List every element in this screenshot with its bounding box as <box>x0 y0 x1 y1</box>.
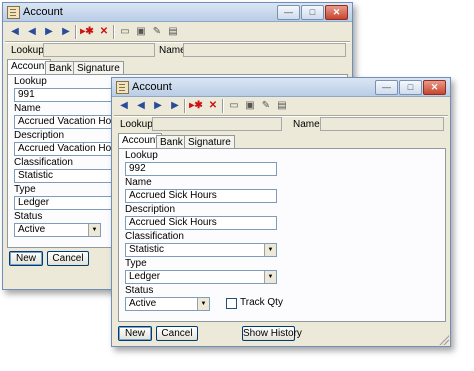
classification-value: Statistic <box>18 170 54 181</box>
track-qty-checkbox[interactable] <box>226 298 237 309</box>
find-icon[interactable]: ▭ <box>226 98 242 114</box>
toolbar-separator <box>222 99 224 113</box>
type-select[interactable]: Ledger ▼ <box>125 270 277 284</box>
first-record-icon[interactable]: ◀ <box>116 98 132 114</box>
minimize-button[interactable]: — <box>375 80 398 95</box>
record-toolbar: ◀​ ◀ ▶ ▶ ▸✱ ✕ ▭ ▣ ✎ ▤ <box>5 24 205 42</box>
header-lookup-field[interactable] <box>152 117 282 131</box>
new-button[interactable]: New <box>118 326 152 341</box>
close-button[interactable]: ✕ <box>325 5 348 20</box>
type-label: Type <box>125 258 147 269</box>
classification-select[interactable]: Statistic ▼ <box>125 243 277 257</box>
jump-icon[interactable]: ▸✱ <box>188 98 204 114</box>
tab-signature[interactable]: Signature <box>73 61 124 74</box>
previous-record-icon[interactable]: ◀ <box>133 98 149 114</box>
status-value: Active <box>18 224 46 235</box>
tab-bank[interactable]: Bank <box>156 135 187 148</box>
minimize-button[interactable]: — <box>277 5 300 20</box>
edit-icon[interactable]: ✎ <box>258 98 274 114</box>
new-button[interactable]: New <box>9 251 43 266</box>
close-button[interactable]: ✕ <box>423 80 446 95</box>
toolbar-separator <box>113 25 115 39</box>
name-label: Name <box>14 103 41 114</box>
chevron-down-icon[interactable]: ▼ <box>197 298 209 310</box>
type-value: Ledger <box>18 197 50 208</box>
toolbar-separator <box>75 25 77 39</box>
lookup-label: Lookup <box>125 150 158 161</box>
classification-label: Classification <box>14 157 73 168</box>
toolbar-separator <box>184 99 186 113</box>
status-select[interactable]: Active ▼ <box>125 297 210 311</box>
first-record-icon[interactable]: ◀​ <box>7 24 23 40</box>
find-icon[interactable]: ▭ <box>117 24 133 40</box>
type-label: Type <box>14 184 36 195</box>
record-toolbar: ◀ ◀ ▶ ▶ ▸✱ ✕ ▭ ▣ ✎ ▤ <box>114 98 314 116</box>
header-name-field[interactable] <box>320 117 444 131</box>
previous-record-icon[interactable]: ◀ <box>24 24 40 40</box>
status-value: Active <box>129 298 157 309</box>
lookup-input[interactable]: 992 <box>125 162 277 176</box>
maximize-button[interactable]: □ <box>301 5 324 20</box>
window-title: Account <box>132 81 172 93</box>
cancel-button[interactable]: Cancel <box>47 251 89 266</box>
lookup-label: Lookup <box>14 76 47 87</box>
account-tab-panel: Lookup 992 Name Accrued Sick Hours Descr… <box>118 148 446 322</box>
front-account-window: Account — □ ✕ ◀ ◀ ▶ ▶ ▸✱ ✕ ▭ ▣ ✎ ▤ Looku… <box>111 77 451 347</box>
classification-label: Classification <box>125 231 184 242</box>
tab-bank[interactable]: Bank <box>45 61 76 74</box>
chevron-down-icon[interactable]: ▼ <box>88 224 100 236</box>
resize-grip[interactable] <box>439 335 449 345</box>
show-history-button[interactable]: Show History <box>242 326 302 341</box>
status-label: Status <box>125 285 154 296</box>
header-name-field[interactable] <box>183 43 346 57</box>
track-qty-label: Track Qty <box>240 297 283 308</box>
tab-signature[interactable]: Signature <box>184 135 235 148</box>
cancel-button[interactable]: Cancel <box>156 326 198 341</box>
edit-icon[interactable]: ✎ <box>149 24 165 40</box>
app-icon <box>116 81 129 94</box>
status-label: Status <box>14 211 43 222</box>
delete-icon[interactable]: ✕ <box>96 24 112 40</box>
app-icon <box>7 6 20 19</box>
description-label: Description <box>14 130 65 141</box>
description-label: Description <box>125 204 176 215</box>
window-title: Account <box>23 6 63 18</box>
name-label: Name <box>125 177 152 188</box>
print-icon[interactable]: ▤ <box>274 98 290 114</box>
last-record-icon[interactable]: ▶ <box>167 98 183 114</box>
classification-value: Statistic <box>129 244 165 255</box>
delete-icon[interactable]: ✕ <box>205 98 221 114</box>
chevron-down-icon[interactable]: ▼ <box>264 244 276 256</box>
front-title-bar[interactable]: Account — □ ✕ <box>112 78 450 97</box>
header-lookup-label: Lookup <box>120 119 153 130</box>
name-input[interactable]: Accrued Sick Hours <box>125 189 277 203</box>
header-name-label: Name <box>159 45 186 56</box>
print-icon[interactable]: ▤ <box>165 24 181 40</box>
save-icon[interactable]: ▣ <box>133 24 149 40</box>
type-value: Ledger <box>129 271 161 282</box>
save-icon[interactable]: ▣ <box>242 98 258 114</box>
last-record-icon[interactable]: ▶ <box>58 24 74 40</box>
header-name-label: Name <box>293 119 320 130</box>
next-record-icon[interactable]: ▶ <box>150 98 166 114</box>
jump-icon[interactable]: ▸✱ <box>79 24 95 40</box>
back-title-bar[interactable]: Account — □ ✕ <box>3 3 352 22</box>
chevron-down-icon[interactable]: ▼ <box>264 271 276 283</box>
next-record-icon[interactable]: ▶ <box>41 24 57 40</box>
header-lookup-label: Lookup <box>11 45 44 56</box>
status-select[interactable]: Active ▼ <box>14 223 101 237</box>
maximize-button[interactable]: □ <box>399 80 422 95</box>
description-input[interactable]: Accrued Sick Hours <box>125 216 277 230</box>
header-lookup-field[interactable] <box>43 43 155 57</box>
